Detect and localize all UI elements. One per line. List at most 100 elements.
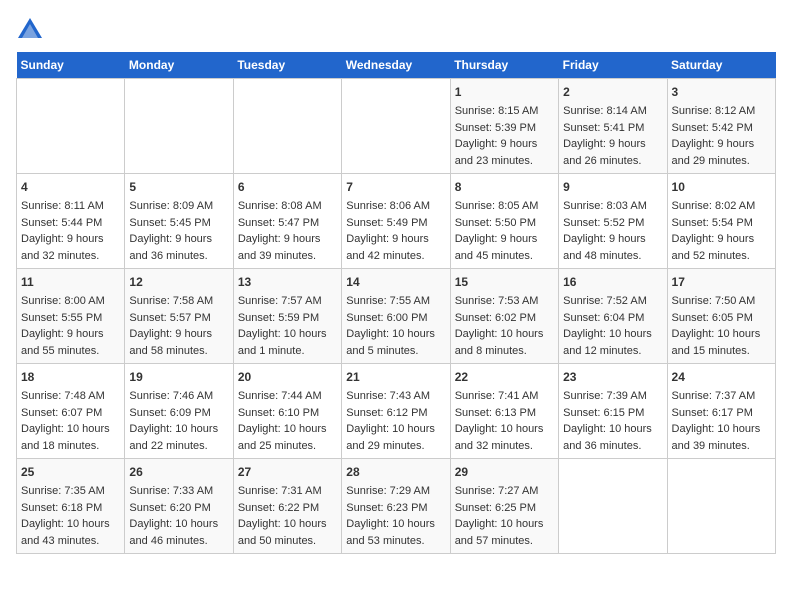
calendar-cell: 5Sunrise: 8:09 AMSunset: 5:45 PMDaylight…: [125, 174, 233, 269]
cell-info: and 52 minutes.: [672, 248, 771, 265]
cell-info: Daylight: 10 hours: [238, 326, 337, 343]
cell-info: Sunset: 6:22 PM: [238, 500, 337, 517]
day-number: 22: [455, 368, 554, 386]
cell-info: and 46 minutes.: [129, 533, 228, 550]
day-number: 6: [238, 178, 337, 196]
calendar-cell: 4Sunrise: 8:11 AMSunset: 5:44 PMDaylight…: [17, 174, 125, 269]
logo-icon: [16, 16, 44, 44]
calendar-cell: 28Sunrise: 7:29 AMSunset: 6:23 PMDayligh…: [342, 459, 450, 554]
cell-info: and 39 minutes.: [238, 248, 337, 265]
cell-info: Sunrise: 7:46 AM: [129, 388, 228, 405]
day-number: 24: [672, 368, 771, 386]
cell-info: Daylight: 9 hours: [238, 231, 337, 248]
cell-info: Sunset: 5:52 PM: [563, 215, 662, 232]
day-number: 11: [21, 273, 120, 291]
cell-info: Daylight: 9 hours: [129, 231, 228, 248]
cell-info: and 29 minutes.: [346, 438, 445, 455]
day-number: 12: [129, 273, 228, 291]
calendar-cell: 12Sunrise: 7:58 AMSunset: 5:57 PMDayligh…: [125, 269, 233, 364]
calendar-cell: 9Sunrise: 8:03 AMSunset: 5:52 PMDaylight…: [559, 174, 667, 269]
cell-info: Daylight: 10 hours: [346, 421, 445, 438]
calendar-cell: 21Sunrise: 7:43 AMSunset: 6:12 PMDayligh…: [342, 364, 450, 459]
day-number: 5: [129, 178, 228, 196]
calendar-cell: 1Sunrise: 8:15 AMSunset: 5:39 PMDaylight…: [450, 79, 558, 174]
cell-info: Sunset: 5:55 PM: [21, 310, 120, 327]
cell-info: Sunrise: 8:11 AM: [21, 198, 120, 215]
cell-info: and 53 minutes.: [346, 533, 445, 550]
cell-info: Sunrise: 8:00 AM: [21, 293, 120, 310]
cell-info: Sunrise: 7:39 AM: [563, 388, 662, 405]
cell-info: Daylight: 10 hours: [672, 326, 771, 343]
calendar-cell: 26Sunrise: 7:33 AMSunset: 6:20 PMDayligh…: [125, 459, 233, 554]
calendar-week-1: 1Sunrise: 8:15 AMSunset: 5:39 PMDaylight…: [17, 79, 776, 174]
cell-info: and 50 minutes.: [238, 533, 337, 550]
cell-info: Sunrise: 7:55 AM: [346, 293, 445, 310]
cell-info: Sunset: 5:54 PM: [672, 215, 771, 232]
calendar-cell: [125, 79, 233, 174]
cell-info: Daylight: 10 hours: [346, 326, 445, 343]
cell-info: Sunset: 5:47 PM: [238, 215, 337, 232]
cell-info: Sunset: 6:05 PM: [672, 310, 771, 327]
cell-info: Sunset: 6:02 PM: [455, 310, 554, 327]
calendar-cell: 17Sunrise: 7:50 AMSunset: 6:05 PMDayligh…: [667, 269, 775, 364]
page-header: [16, 16, 776, 44]
cell-info: Daylight: 10 hours: [129, 421, 228, 438]
day-number: 21: [346, 368, 445, 386]
calendar-cell: 16Sunrise: 7:52 AMSunset: 6:04 PMDayligh…: [559, 269, 667, 364]
day-number: 8: [455, 178, 554, 196]
header-row: SundayMondayTuesdayWednesdayThursdayFrid…: [17, 52, 776, 79]
calendar-header: SundayMondayTuesdayWednesdayThursdayFrid…: [17, 52, 776, 79]
cell-info: Sunset: 6:13 PM: [455, 405, 554, 422]
calendar-week-5: 25Sunrise: 7:35 AMSunset: 6:18 PMDayligh…: [17, 459, 776, 554]
day-number: 3: [672, 83, 771, 101]
cell-info: Sunset: 6:10 PM: [238, 405, 337, 422]
day-number: 27: [238, 463, 337, 481]
cell-info: Daylight: 9 hours: [21, 231, 120, 248]
cell-info: and 15 minutes.: [672, 343, 771, 360]
logo: [16, 16, 48, 44]
day-number: 7: [346, 178, 445, 196]
day-header-wednesday: Wednesday: [342, 52, 450, 79]
calendar-cell: [559, 459, 667, 554]
day-header-monday: Monday: [125, 52, 233, 79]
cell-info: Daylight: 9 hours: [129, 326, 228, 343]
cell-info: Sunset: 5:44 PM: [21, 215, 120, 232]
cell-info: and 55 minutes.: [21, 343, 120, 360]
calendar-cell: 14Sunrise: 7:55 AMSunset: 6:00 PMDayligh…: [342, 269, 450, 364]
cell-info: Daylight: 10 hours: [455, 421, 554, 438]
cell-info: Sunrise: 7:37 AM: [672, 388, 771, 405]
day-number: 15: [455, 273, 554, 291]
calendar-week-3: 11Sunrise: 8:00 AMSunset: 5:55 PMDayligh…: [17, 269, 776, 364]
day-number: 25: [21, 463, 120, 481]
cell-info: and 36 minutes.: [129, 248, 228, 265]
cell-info: Sunrise: 7:52 AM: [563, 293, 662, 310]
cell-info: Sunrise: 8:09 AM: [129, 198, 228, 215]
day-number: 28: [346, 463, 445, 481]
cell-info: Sunrise: 8:15 AM: [455, 103, 554, 120]
cell-info: Daylight: 9 hours: [21, 326, 120, 343]
cell-info: Sunset: 6:25 PM: [455, 500, 554, 517]
calendar-cell: 13Sunrise: 7:57 AMSunset: 5:59 PMDayligh…: [233, 269, 341, 364]
cell-info: and 1 minute.: [238, 343, 337, 360]
calendar-cell: 10Sunrise: 8:02 AMSunset: 5:54 PMDayligh…: [667, 174, 775, 269]
cell-info: Daylight: 10 hours: [21, 516, 120, 533]
cell-info: Daylight: 9 hours: [563, 136, 662, 153]
calendar-cell: 6Sunrise: 8:08 AMSunset: 5:47 PMDaylight…: [233, 174, 341, 269]
cell-info: Sunrise: 8:14 AM: [563, 103, 662, 120]
cell-info: Sunset: 6:07 PM: [21, 405, 120, 422]
cell-info: Sunset: 6:20 PM: [129, 500, 228, 517]
cell-info: and 45 minutes.: [455, 248, 554, 265]
calendar-table: SundayMondayTuesdayWednesdayThursdayFrid…: [16, 52, 776, 554]
cell-info: and 18 minutes.: [21, 438, 120, 455]
day-number: 26: [129, 463, 228, 481]
calendar-cell: 27Sunrise: 7:31 AMSunset: 6:22 PMDayligh…: [233, 459, 341, 554]
cell-info: Daylight: 10 hours: [21, 421, 120, 438]
cell-info: and 57 minutes.: [455, 533, 554, 550]
cell-info: and 25 minutes.: [238, 438, 337, 455]
cell-info: Sunrise: 7:57 AM: [238, 293, 337, 310]
cell-info: and 5 minutes.: [346, 343, 445, 360]
cell-info: Sunrise: 8:06 AM: [346, 198, 445, 215]
calendar-week-4: 18Sunrise: 7:48 AMSunset: 6:07 PMDayligh…: [17, 364, 776, 459]
day-number: 2: [563, 83, 662, 101]
cell-info: Sunrise: 7:31 AM: [238, 483, 337, 500]
